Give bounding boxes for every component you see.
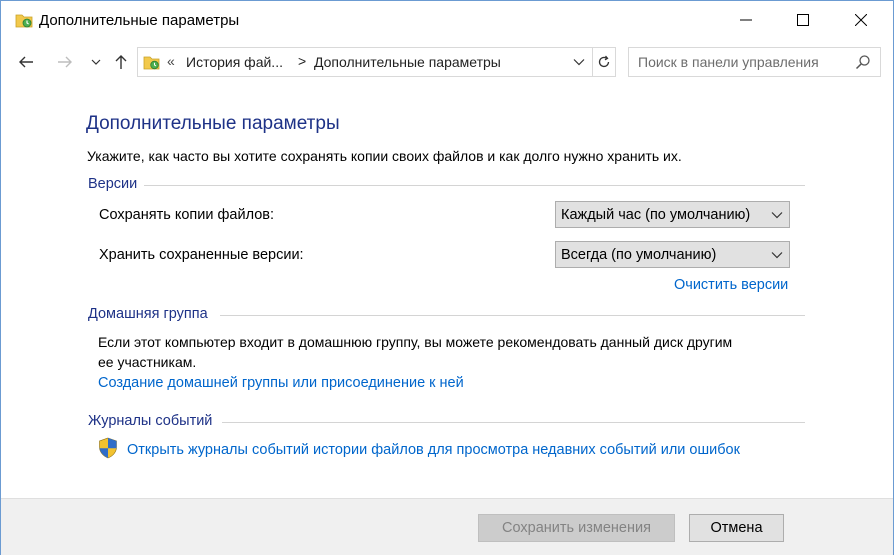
maximize-icon xyxy=(797,14,809,26)
search-icon[interactable] xyxy=(855,54,871,70)
search-input[interactable] xyxy=(638,54,843,70)
file-history-icon xyxy=(15,14,33,28)
event-logs-header: Журналы событий xyxy=(88,413,213,429)
versions-header: Версии xyxy=(88,176,138,192)
clean-up-versions-link[interactable]: Очистить версии xyxy=(674,277,788,293)
maximize-button[interactable] xyxy=(780,1,826,39)
forward-button[interactable] xyxy=(52,49,78,75)
file-history-icon xyxy=(143,56,160,70)
arrow-left-icon xyxy=(19,56,33,68)
chevron-down-icon xyxy=(771,212,783,219)
event-logs-divider xyxy=(222,422,805,423)
breadcrumb-item-current[interactable]: Дополнительные параметры xyxy=(314,54,501,70)
open-event-logs-link[interactable]: Открыть журналы событий истории файлов д… xyxy=(127,442,740,458)
minimize-icon xyxy=(740,19,752,21)
footer-bar: Сохранить изменения Отмена xyxy=(1,498,893,555)
recent-locations-button[interactable] xyxy=(83,49,109,75)
window-title: Дополнительные параметры xyxy=(39,12,240,29)
search-box xyxy=(628,47,881,77)
cancel-button[interactable]: Отмена xyxy=(689,514,784,542)
minimize-button[interactable] xyxy=(723,1,769,39)
file-history-advanced-settings-window: Дополнительные параметры « История фай..… xyxy=(0,0,894,555)
close-button[interactable] xyxy=(838,1,884,39)
chevron-down-icon xyxy=(771,252,783,259)
arrow-up-icon xyxy=(115,55,127,69)
uac-shield-icon xyxy=(99,437,117,459)
save-copies-value: Каждый час (по умолчанию) xyxy=(561,207,751,223)
breadcrumb-item-file-history[interactable]: История фай... xyxy=(186,54,283,70)
save-changes-button[interactable]: Сохранить изменения xyxy=(478,514,675,542)
save-copies-select[interactable]: Каждый час (по умолчанию) xyxy=(555,201,790,228)
navigation-bar: « История фай... > Дополнительные параме… xyxy=(1,45,893,79)
keep-versions-value: Всегда (по умолчанию) xyxy=(561,247,717,263)
create-homegroup-link[interactable]: Создание домашней группы или присоединен… xyxy=(98,375,464,391)
versions-divider xyxy=(144,185,805,186)
up-button[interactable] xyxy=(108,49,134,75)
keep-versions-select[interactable]: Всегда (по умолчанию) xyxy=(555,241,790,268)
chevron-down-icon xyxy=(573,59,585,66)
arrow-right-icon xyxy=(58,56,72,68)
address-dropdown-button[interactable] xyxy=(570,52,588,72)
page-description: Укажите, как часто вы хотите сохранять к… xyxy=(87,148,682,164)
address-bar[interactable]: « История фай... > Дополнительные параме… xyxy=(137,47,616,77)
homegroup-divider xyxy=(220,315,805,316)
keep-versions-label: Хранить сохраненные версии: xyxy=(99,247,304,263)
homegroup-text-line2: ее участникам. xyxy=(98,354,197,370)
chevron-down-icon xyxy=(91,59,101,65)
page-title: Дополнительные параметры xyxy=(86,113,340,134)
homegroup-header: Домашняя группа xyxy=(88,306,208,322)
refresh-button[interactable] xyxy=(592,48,615,76)
save-copies-label: Сохранять копии файлов: xyxy=(99,207,274,223)
title-bar: Дополнительные параметры xyxy=(1,1,893,39)
close-icon xyxy=(855,14,867,26)
refresh-icon xyxy=(598,55,610,68)
homegroup-text-line1: Если этот компьютер входит в домашнюю гр… xyxy=(98,334,733,350)
breadcrumb-separator[interactable]: > xyxy=(298,53,306,69)
back-button[interactable] xyxy=(13,49,39,75)
breadcrumb-overflow[interactable]: « xyxy=(167,53,175,69)
